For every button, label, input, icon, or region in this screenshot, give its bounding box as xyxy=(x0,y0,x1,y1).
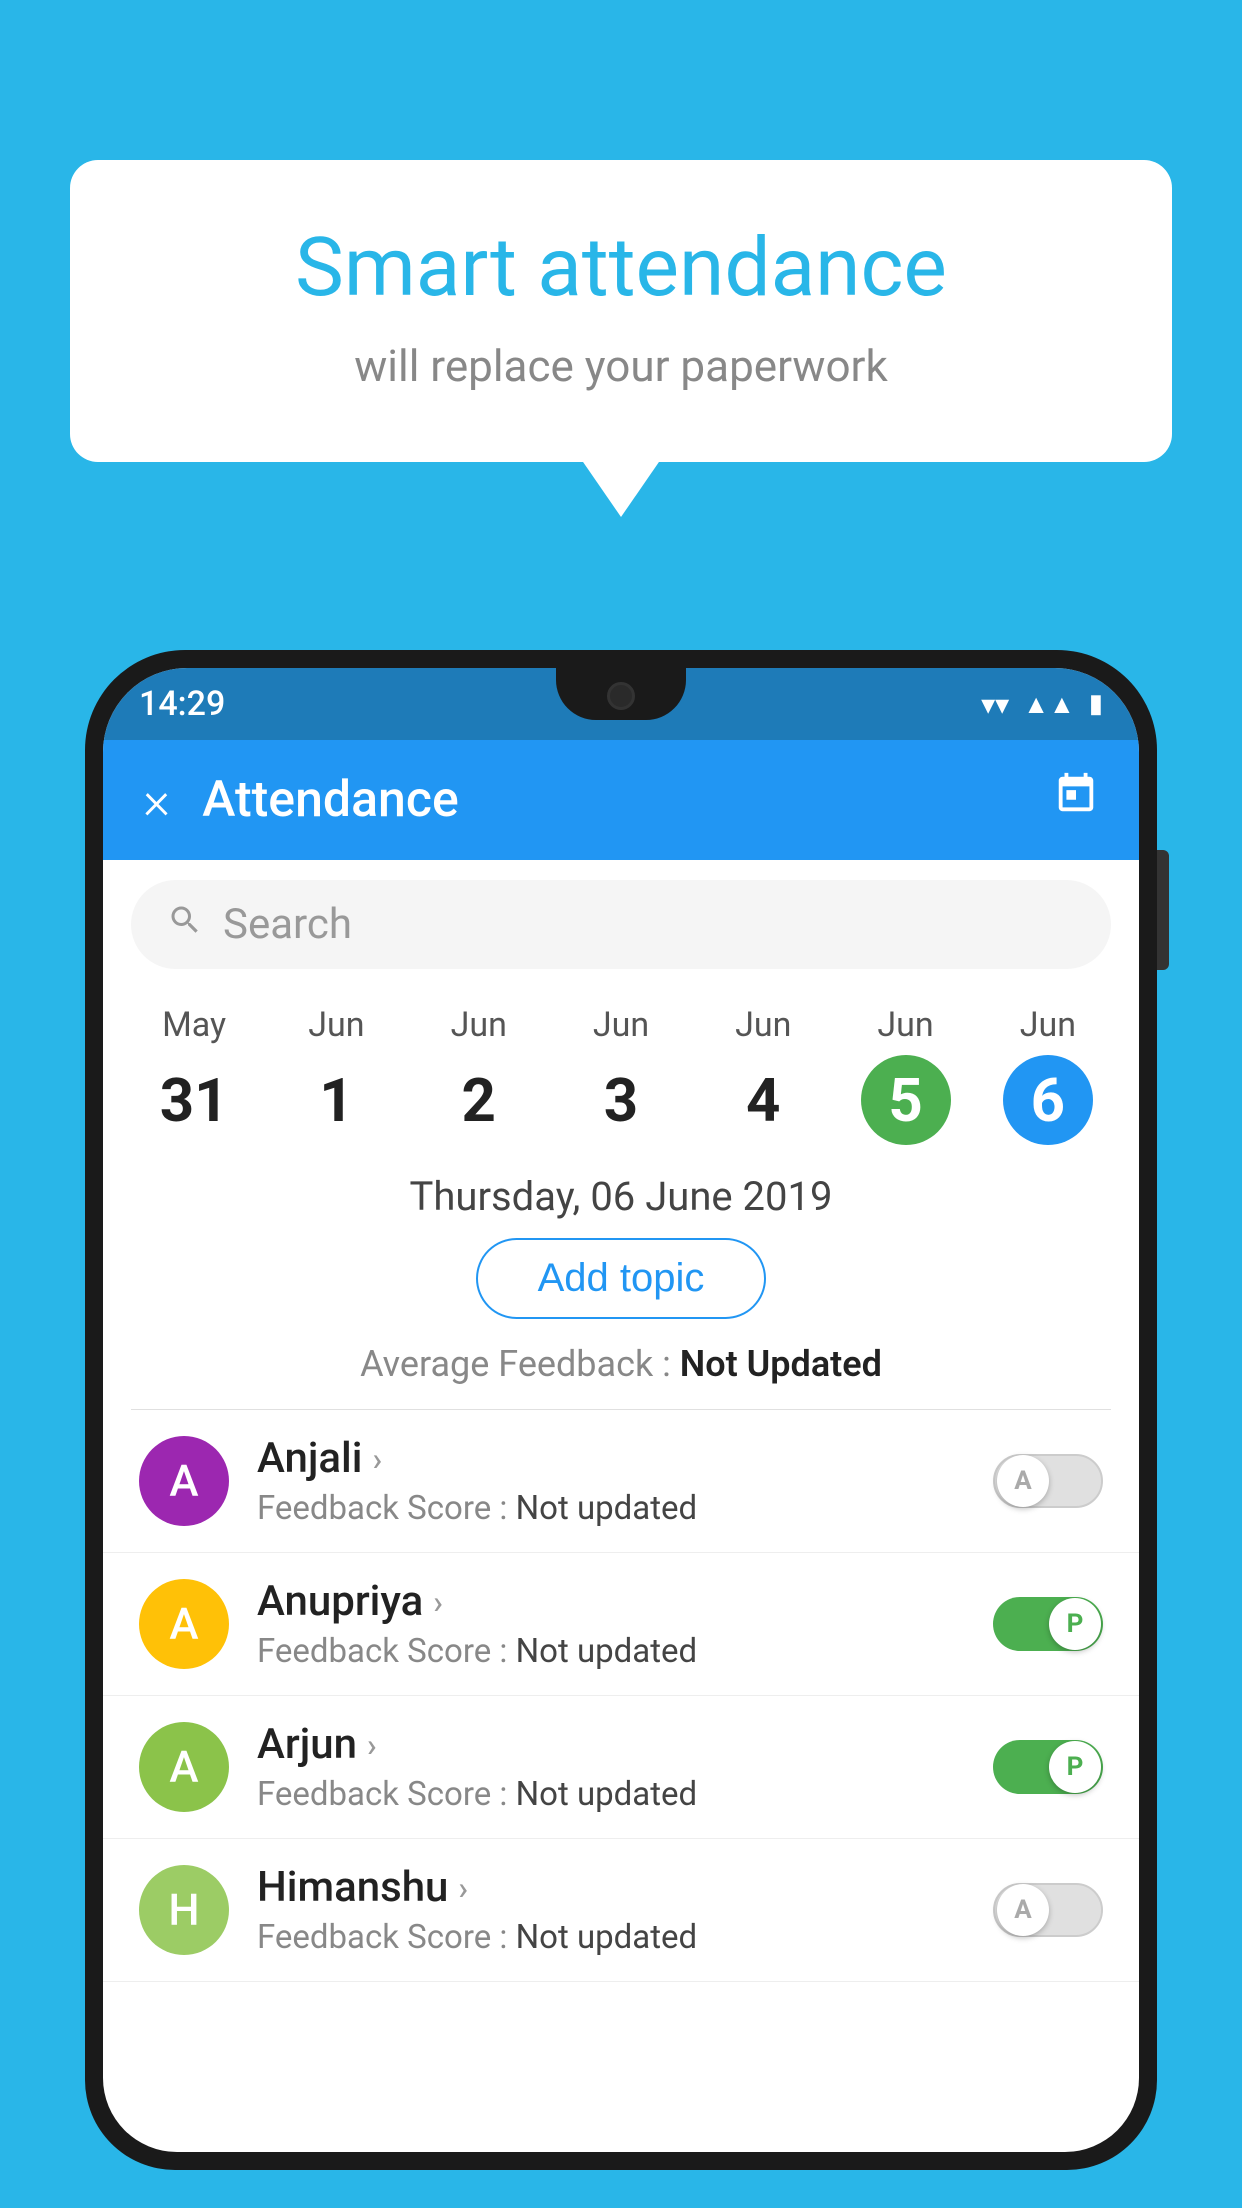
student-feedback-anupriya: Feedback Score : Not updated xyxy=(257,1632,965,1671)
cal-day-1[interactable]: Jun 1 xyxy=(286,1005,386,1145)
chevron-icon: › xyxy=(433,1583,443,1621)
avg-feedback-value: Not Updated xyxy=(680,1343,882,1385)
search-icon xyxy=(167,901,203,948)
cal-date-5: 5 xyxy=(861,1055,951,1145)
add-topic-button[interactable]: Add topic xyxy=(476,1238,767,1319)
student-feedback-arjun: Feedback Score : Not updated xyxy=(257,1775,965,1814)
attendance-toggle-anupriya[interactable]: P xyxy=(993,1597,1103,1651)
volume-button xyxy=(1157,850,1169,970)
cal-date-0: 31 xyxy=(149,1055,239,1145)
toggle-knob-himanshu: A xyxy=(997,1884,1049,1936)
calendar-strip: May 31 Jun 1 Jun 2 Jun 3 Jun 4 xyxy=(103,989,1139,1145)
toggle-knob-anjali: A xyxy=(997,1455,1049,1507)
phone-body: 14:29 ▾▾ ▲▲ ▮ × Attendance xyxy=(85,650,1157,2170)
calendar-icon[interactable] xyxy=(1053,771,1099,829)
student-item-arjun: A Arjun › Feedback Score : Not updated P xyxy=(103,1696,1139,1839)
attendance-toggle-arjun[interactable]: P xyxy=(993,1740,1103,1794)
avatar-arjun: A xyxy=(139,1722,229,1812)
cal-day-2[interactable]: Jun 2 xyxy=(429,1005,529,1145)
status-time: 14:29 xyxy=(139,684,225,724)
cal-day-3[interactable]: Jun 3 xyxy=(571,1005,671,1145)
avatar-anupriya: A xyxy=(139,1579,229,1669)
chevron-icon: › xyxy=(372,1440,382,1478)
cal-month-1: Jun xyxy=(308,1005,364,1045)
cal-day-4[interactable]: Jun 4 xyxy=(713,1005,813,1145)
speech-bubble-container: Smart attendance will replace your paper… xyxy=(70,160,1172,462)
app-bar-left: × Attendance xyxy=(143,770,459,831)
avatar-anjali: A xyxy=(139,1436,229,1526)
cal-day-6[interactable]: Jun 6 xyxy=(998,1005,1098,1145)
app-title: Attendance xyxy=(202,771,459,829)
chevron-icon: › xyxy=(367,1726,377,1764)
student-info-anjali: Anjali › Feedback Score : Not updated xyxy=(257,1434,965,1528)
attendance-toggle-himanshu[interactable]: A xyxy=(993,1883,1103,1937)
cal-date-1: 1 xyxy=(291,1055,381,1145)
speech-bubble-subtitle: will replace your paperwork xyxy=(150,340,1092,392)
student-info-anupriya: Anupriya › Feedback Score : Not updated xyxy=(257,1577,965,1671)
cal-month-5: Jun xyxy=(877,1005,933,1045)
phone-notch xyxy=(556,668,686,720)
avatar-himanshu: H xyxy=(139,1865,229,1955)
student-name-anjali[interactable]: Anjali › xyxy=(257,1434,965,1483)
cal-date-2: 2 xyxy=(434,1055,524,1145)
cal-month-2: Jun xyxy=(451,1005,507,1045)
cal-date-4: 4 xyxy=(718,1055,808,1145)
student-name-himanshu[interactable]: Himanshu › xyxy=(257,1863,965,1912)
front-camera xyxy=(607,682,635,710)
cal-month-6: Jun xyxy=(1020,1005,1076,1045)
battery-icon: ▮ xyxy=(1089,689,1103,719)
cal-month-0: May xyxy=(162,1005,226,1045)
student-item-anjali: A Anjali › Feedback Score : Not updated … xyxy=(103,1410,1139,1553)
app-bar: × Attendance xyxy=(103,740,1139,860)
cal-month-3: Jun xyxy=(593,1005,649,1045)
status-icons: ▾▾ ▲▲ ▮ xyxy=(981,688,1103,721)
student-item-himanshu: H Himanshu › Feedback Score : Not update… xyxy=(103,1839,1139,1982)
selected-date-label: Thursday, 06 June 2019 xyxy=(103,1173,1139,1220)
speech-bubble-title: Smart attendance xyxy=(150,220,1092,316)
wifi-icon: ▾▾ xyxy=(981,688,1009,721)
cal-date-3: 3 xyxy=(576,1055,666,1145)
speech-bubble: Smart attendance will replace your paper… xyxy=(70,160,1172,462)
attendance-toggle-anjali[interactable]: A xyxy=(993,1454,1103,1508)
student-info-himanshu: Himanshu › Feedback Score : Not updated xyxy=(257,1863,965,1957)
close-button[interactable]: × xyxy=(143,770,170,831)
cal-day-0[interactable]: May 31 xyxy=(144,1005,244,1145)
student-feedback-anjali: Feedback Score : Not updated xyxy=(257,1489,965,1528)
toggle-knob-arjun: P xyxy=(1049,1741,1101,1793)
search-placeholder: Search xyxy=(223,900,352,949)
signal-icon: ▲▲ xyxy=(1023,689,1074,720)
student-feedback-himanshu: Feedback Score : Not updated xyxy=(257,1918,965,1957)
cal-day-5[interactable]: Jun 5 xyxy=(856,1005,956,1145)
phone-container: 14:29 ▾▾ ▲▲ ▮ × Attendance xyxy=(85,650,1157,2208)
avg-feedback-label: Average Feedback : xyxy=(360,1343,680,1385)
toggle-knob-anupriya: P xyxy=(1049,1598,1101,1650)
cal-date-6: 6 xyxy=(1003,1055,1093,1145)
chevron-icon: › xyxy=(458,1869,468,1907)
phone-screen: 14:29 ▾▾ ▲▲ ▮ × Attendance xyxy=(103,668,1139,2152)
average-feedback: Average Feedback : Not Updated xyxy=(103,1343,1139,1385)
search-bar[interactable]: Search xyxy=(131,880,1111,969)
student-name-anupriya[interactable]: Anupriya › xyxy=(257,1577,965,1626)
student-info-arjun: Arjun › Feedback Score : Not updated xyxy=(257,1720,965,1814)
student-name-arjun[interactable]: Arjun › xyxy=(257,1720,965,1769)
student-item-anupriya: A Anupriya › Feedback Score : Not update… xyxy=(103,1553,1139,1696)
cal-month-4: Jun xyxy=(735,1005,791,1045)
